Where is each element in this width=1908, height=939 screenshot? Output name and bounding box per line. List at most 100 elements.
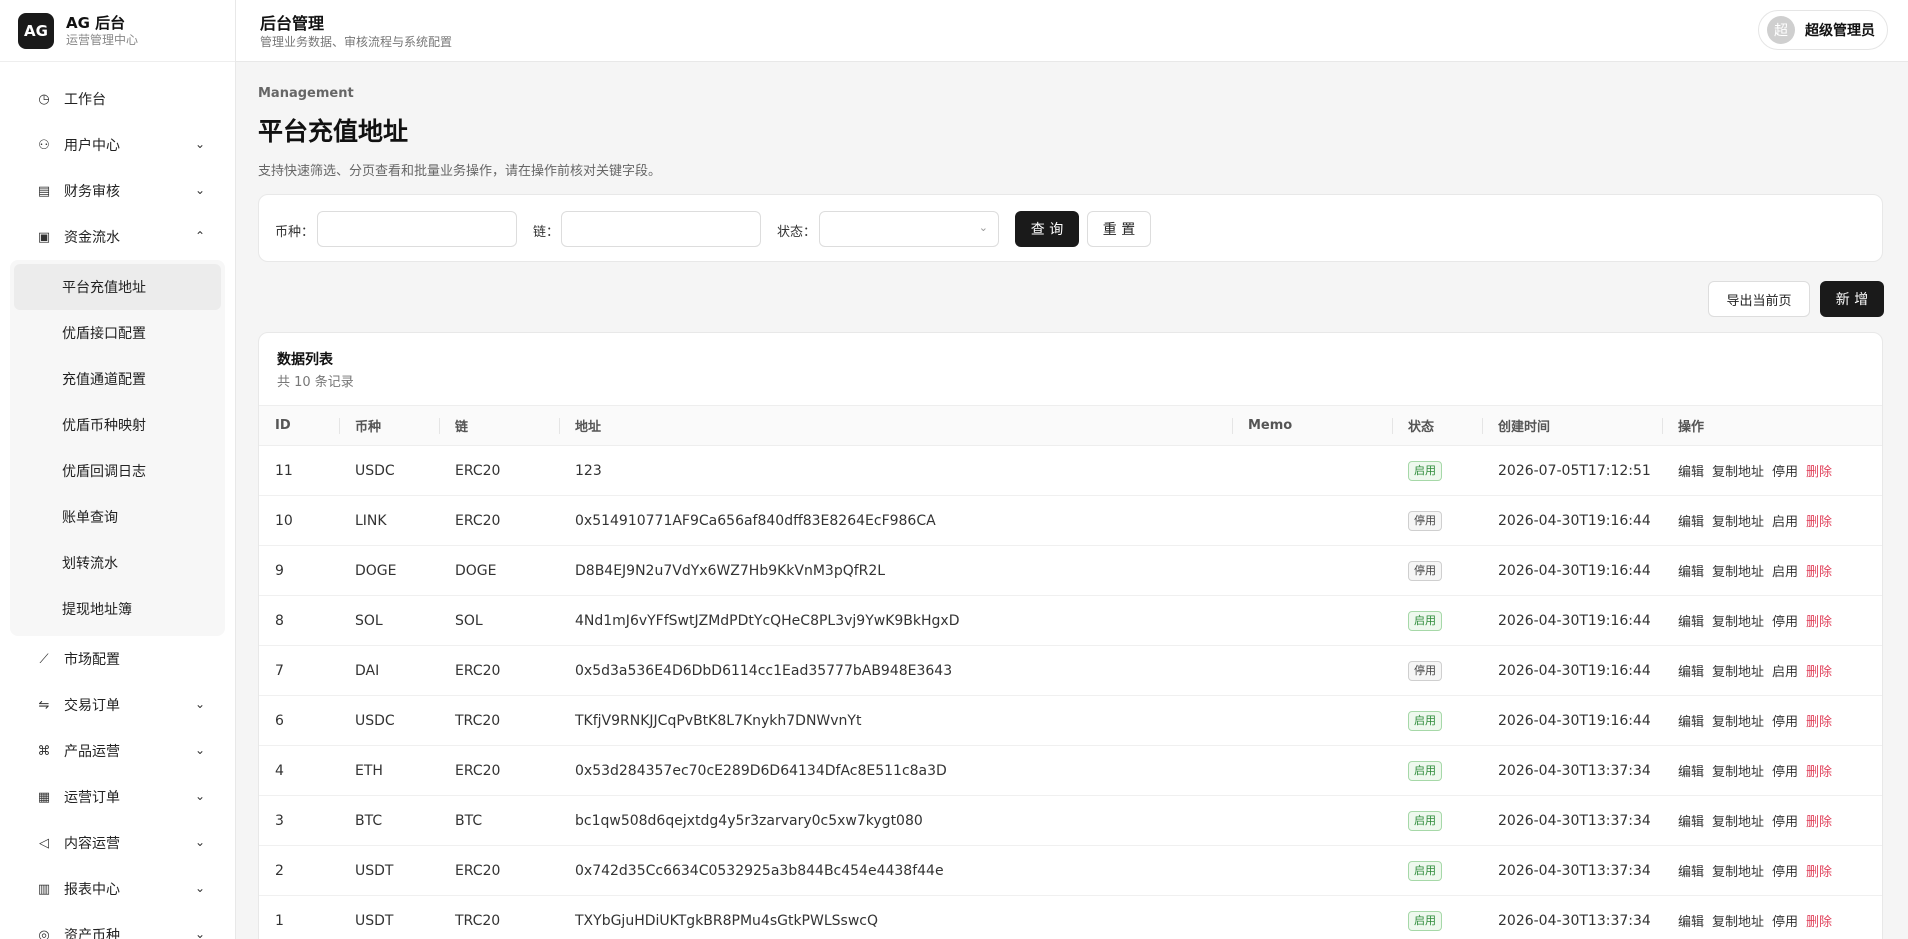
sidebar-item-after-3[interactable]: ▦ 运营订单 ⌄ bbox=[0, 774, 235, 820]
status-badge: 启用 bbox=[1408, 460, 1442, 481]
sidebar-item-after-6[interactable]: ◎ 资产币种 ⌄ bbox=[0, 912, 235, 939]
toggle-status-button[interactable]: 停用 bbox=[1772, 815, 1798, 830]
delete-button[interactable]: 删除 bbox=[1806, 865, 1832, 880]
sidebar-subitem-3[interactable]: 优盾币种映射 bbox=[10, 402, 225, 448]
toggle-status-button[interactable]: 停用 bbox=[1772, 865, 1798, 880]
cell-created: 2026-04-30T13:37:34 bbox=[1498, 912, 1651, 929]
trend-icon: ⟋ bbox=[39, 651, 49, 667]
cell-memo bbox=[1232, 696, 1392, 746]
delete-button[interactable]: 删除 bbox=[1806, 815, 1832, 830]
sidebar-nav: ◷ 工作台 ⚇ 用户中心 ⌄ ▤ 财务审核 ⌄ ▣ 资金流水 ⌃ 平台充值地址 优盾接口配置 充值通道配置… bbox=[0, 62, 235, 939]
top-header: 后台管理 管理业务数据、审核流程与系统配置 超 超级管理员 bbox=[236, 0, 1908, 62]
toggle-status-button[interactable]: 启用 bbox=[1772, 515, 1798, 530]
copy-address-button[interactable]: 复制地址 bbox=[1712, 865, 1764, 880]
edit-button[interactable]: 编辑 bbox=[1678, 915, 1704, 930]
copy-address-button[interactable]: 复制地址 bbox=[1712, 665, 1764, 680]
cell-status: 启用 bbox=[1392, 846, 1482, 896]
sidebar-item-label: 用户中心 bbox=[64, 138, 120, 154]
cell-status: 启用 bbox=[1392, 796, 1482, 846]
page-description: 支持快速筛选、分页查看和批量业务操作，请在操作前核对关键字段。 bbox=[258, 164, 662, 179]
copy-address-button[interactable]: 复制地址 bbox=[1712, 615, 1764, 630]
edit-button[interactable]: 编辑 bbox=[1678, 515, 1704, 530]
sidebar-item-after-5[interactable]: ▥ 报表中心 ⌄ bbox=[0, 866, 235, 912]
delete-button[interactable]: 删除 bbox=[1806, 765, 1832, 780]
sidebar-item-3[interactable]: ▣ 资金流水 ⌃ bbox=[0, 214, 235, 260]
cell-created: 2026-04-30T13:37:34 bbox=[1498, 862, 1651, 879]
copy-address-button[interactable]: 复制地址 bbox=[1712, 465, 1764, 480]
sidebar-subitem-4[interactable]: 优盾回调日志 bbox=[10, 448, 225, 494]
copy-address-button[interactable]: 复制地址 bbox=[1712, 915, 1764, 930]
toggle-status-button[interactable]: 停用 bbox=[1772, 915, 1798, 930]
cell-memo bbox=[1232, 446, 1392, 496]
cell-chain: TRC20 bbox=[455, 912, 501, 929]
cell-actions: 编辑 复制地址 停用 删除 bbox=[1662, 596, 1882, 646]
cell-created: 2026-04-30T19:16:44 bbox=[1498, 612, 1651, 629]
add-button[interactable]: 新 增 bbox=[1820, 281, 1884, 317]
cell-chain: ERC20 bbox=[455, 662, 501, 679]
edit-button[interactable]: 编辑 bbox=[1678, 815, 1704, 830]
sidebar-item-after-4[interactable]: ◁ 内容运营 ⌄ bbox=[0, 820, 235, 866]
cell-address: bc1qw508d6qejxtdg4y5r3zarvary0c5xw7kygt0… bbox=[575, 812, 923, 829]
cell-id: 10 bbox=[275, 512, 293, 529]
sidebar-subitem-7[interactable]: 提现地址簿 bbox=[10, 586, 225, 632]
toggle-status-button[interactable]: 停用 bbox=[1772, 715, 1798, 730]
toggle-status-button[interactable]: 停用 bbox=[1772, 465, 1798, 480]
copy-address-button[interactable]: 复制地址 bbox=[1712, 715, 1764, 730]
sidebar-item-1[interactable]: ⚇ 用户中心 ⌄ bbox=[0, 122, 235, 168]
edit-button[interactable]: 编辑 bbox=[1678, 865, 1704, 880]
delete-button[interactable]: 删除 bbox=[1806, 715, 1832, 730]
chain-filter-input[interactable] bbox=[561, 211, 761, 247]
copy-address-button[interactable]: 复制地址 bbox=[1712, 515, 1764, 530]
sidebar-item-label: 报表中心 bbox=[64, 882, 120, 898]
sidebar-item-after-0[interactable]: ⟋ 市场配置 bbox=[0, 636, 235, 682]
sidebar-item-0[interactable]: ◷ 工作台 bbox=[0, 76, 235, 122]
reset-button[interactable]: 重 置 bbox=[1087, 211, 1151, 247]
edit-button[interactable]: 编辑 bbox=[1678, 765, 1704, 780]
toggle-status-button[interactable]: 停用 bbox=[1772, 615, 1798, 630]
chevron-down-icon: ⌄ bbox=[194, 927, 205, 939]
cell-currency: USDT bbox=[355, 862, 394, 879]
table-row: 9 DOGE DOGE D8B4EJ9N2u7VdYx6WZ7Hb9KkVnM3pQf… bbox=[259, 546, 1882, 596]
sidebar-subitem-5[interactable]: 账单查询 bbox=[10, 494, 225, 540]
currency-filter-input[interactable] bbox=[317, 211, 517, 247]
delete-button[interactable]: 删除 bbox=[1806, 565, 1832, 580]
copy-address-button[interactable]: 复制地址 bbox=[1712, 765, 1764, 780]
delete-button[interactable]: 删除 bbox=[1806, 465, 1832, 480]
delete-button[interactable]: 删除 bbox=[1806, 615, 1832, 630]
sidebar-subitem-6[interactable]: 划转流水 bbox=[10, 540, 225, 586]
sidebar-item-after-1[interactable]: ⇋ 交易订单 ⌄ bbox=[0, 682, 235, 728]
edit-button[interactable]: 编辑 bbox=[1678, 715, 1704, 730]
cell-chain: DOGE bbox=[455, 562, 497, 579]
sidebar-subitem-1[interactable]: 优盾接口配置 bbox=[10, 310, 225, 356]
user-menu[interactable]: 超 超级管理员 bbox=[1758, 10, 1888, 50]
filter-bar: 币种： 链： 状态： ⌄ 查 询 重 置 bbox=[258, 194, 1883, 262]
toggle-status-button[interactable]: 停用 bbox=[1772, 765, 1798, 780]
edit-button[interactable]: 编辑 bbox=[1678, 615, 1704, 630]
cell-status: 停用 bbox=[1392, 496, 1482, 546]
sidebar-item-2[interactable]: ▤ 财务审核 ⌄ bbox=[0, 168, 235, 214]
toggle-status-button[interactable]: 启用 bbox=[1772, 565, 1798, 580]
delete-button[interactable]: 删除 bbox=[1806, 915, 1832, 930]
query-button[interactable]: 查 询 bbox=[1015, 211, 1079, 247]
copy-address-button[interactable]: 复制地址 bbox=[1712, 815, 1764, 830]
cell-currency: LINK bbox=[355, 512, 387, 529]
sidebar: AG AG 后台 运营管理中心 ◷ 工作台 ⚇ 用户中心 ⌄ ▤ 财务审核 ⌄ ▣ 资金流水 ⌃ 平台… bbox=[0, 0, 236, 939]
cell-id: 9 bbox=[275, 562, 284, 579]
toggle-status-button[interactable]: 启用 bbox=[1772, 665, 1798, 680]
delete-button[interactable]: 删除 bbox=[1806, 665, 1832, 680]
edit-button[interactable]: 编辑 bbox=[1678, 665, 1704, 680]
delete-button[interactable]: 删除 bbox=[1806, 515, 1832, 530]
cell-currency: USDT bbox=[355, 912, 394, 929]
sidebar-item-after-2[interactable]: ⌘ 产品运营 ⌄ bbox=[0, 728, 235, 774]
sidebar-subitem-0[interactable]: 平台充值地址 bbox=[14, 264, 221, 310]
column-header: 创建时间 bbox=[1482, 405, 1662, 446]
export-page-button[interactable]: 导出当前页 bbox=[1708, 281, 1810, 317]
copy-address-button[interactable]: 复制地址 bbox=[1712, 565, 1764, 580]
cell-currency: ETH bbox=[355, 762, 383, 779]
edit-button[interactable]: 编辑 bbox=[1678, 465, 1704, 480]
edit-button[interactable]: 编辑 bbox=[1678, 565, 1704, 580]
sidebar-subitem-2[interactable]: 充值通道配置 bbox=[10, 356, 225, 402]
status-filter-select[interactable]: ⌄ bbox=[819, 211, 999, 247]
table-row: 1 USDT TRC20 TXYbGjuHDiUKTgkBR8PMu4sGtkPWLS… bbox=[259, 896, 1882, 939]
cell-memo bbox=[1232, 646, 1392, 696]
